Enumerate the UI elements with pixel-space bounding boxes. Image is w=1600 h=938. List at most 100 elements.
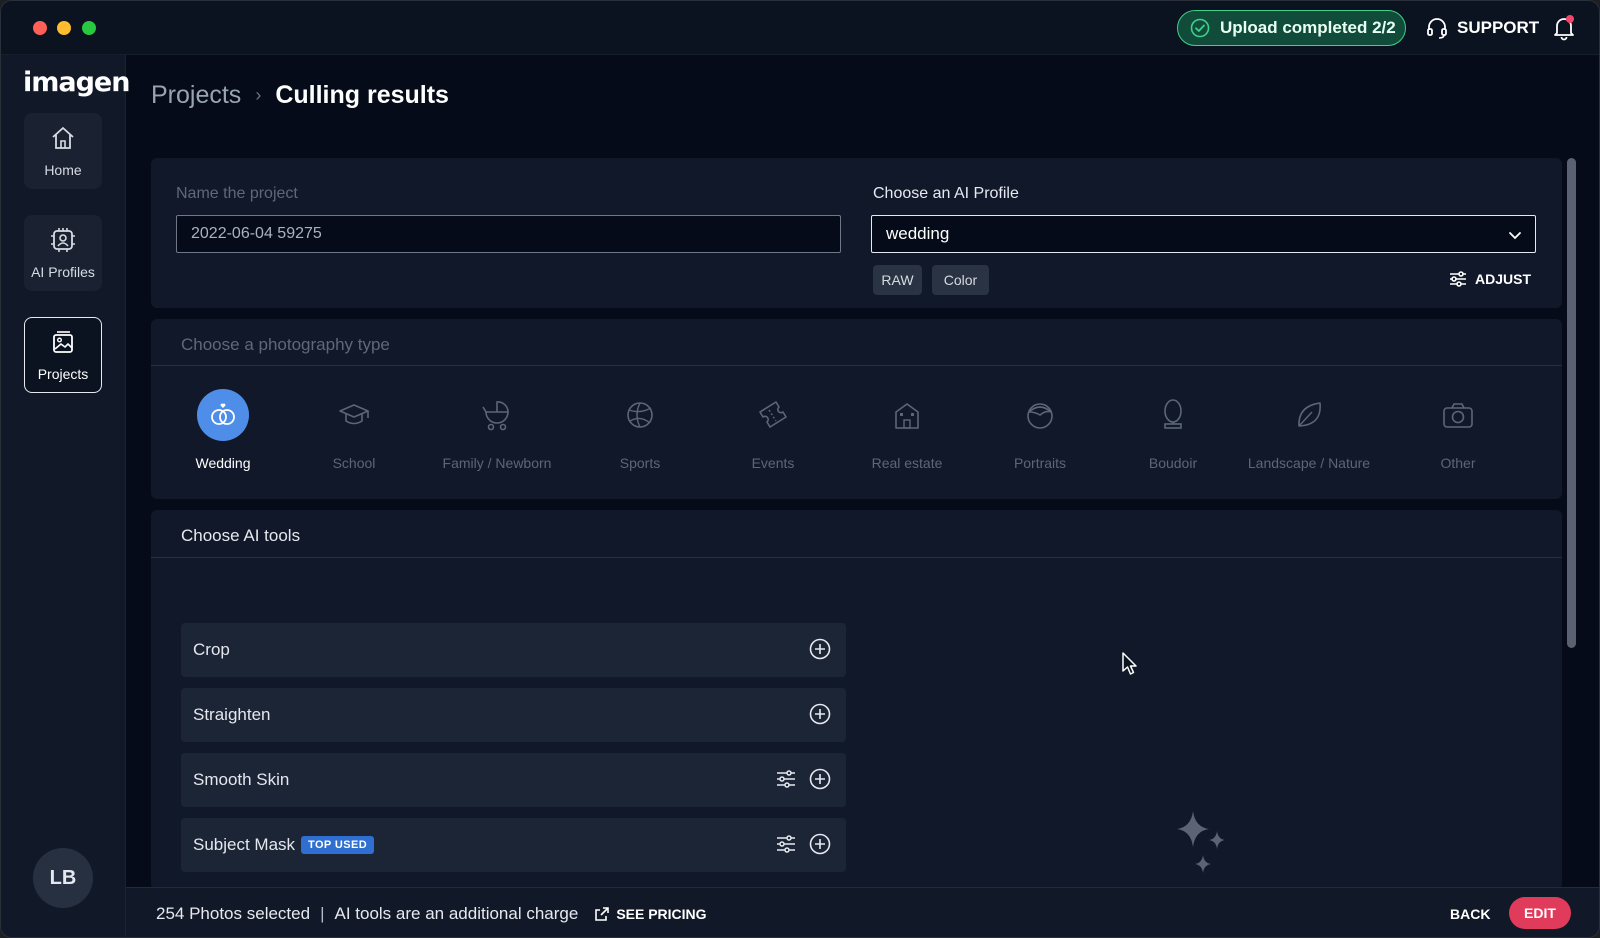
- photo-type-label: Landscape / Nature: [1247, 455, 1371, 471]
- project-name-label: Name the project: [176, 185, 298, 202]
- title-bar: Upload completed 2/2 SUPPORT: [1, 1, 1599, 55]
- headset-icon: [1427, 18, 1447, 39]
- ai-profile-value: wedding: [886, 224, 950, 243]
- add-circle-icon[interactable]: [808, 637, 832, 661]
- photography-type-title: Choose a photography type: [181, 335, 390, 354]
- divider: [151, 365, 1562, 366]
- breadcrumb-separator: ›: [255, 85, 262, 105]
- support-button[interactable]: SUPPORT: [1425, 15, 1539, 41]
- ai-profiles-icon: [51, 228, 75, 252]
- photo-type-label: School: [332, 455, 376, 471]
- wedding-rings-icon: [211, 403, 235, 425]
- photo-type-label: Boudoir: [1148, 455, 1198, 471]
- photo-type-landscape-nature[interactable]: Landscape / Nature: [1234, 389, 1384, 471]
- home-icon: [52, 127, 74, 149]
- see-pricing-label: SEE PRICING: [616, 906, 707, 922]
- breadcrumb-projects-link[interactable]: Projects: [151, 81, 241, 110]
- photography-type-card: Choose a photography type Wedding School…: [151, 319, 1562, 499]
- tool-label: Smooth Skin: [193, 770, 290, 789]
- graduation-cap-icon: [339, 404, 369, 425]
- projects-icon: [53, 331, 73, 353]
- support-label: SUPPORT: [1457, 18, 1540, 37]
- sidebar-item-ai-profiles[interactable]: AI Profiles: [24, 215, 102, 291]
- footer-bar: 254 Photos selected | AI tools are an ad…: [126, 887, 1599, 937]
- minimize-window-button[interactable]: [57, 21, 71, 35]
- mirror-icon: [1164, 399, 1182, 429]
- photo-type-label: Wedding: [195, 455, 251, 471]
- top-used-badge: TOP USED: [301, 836, 375, 854]
- notification-dot: [1566, 15, 1574, 23]
- photo-type-label: Events: [751, 455, 795, 471]
- ai-tools-card: Choose AI tools Crop Straighten Smooth S…: [151, 510, 1562, 890]
- sidebar-item-label: Projects: [37, 366, 89, 382]
- breadcrumb: Projects › Culling results: [151, 81, 449, 110]
- tag-raw: RAW: [873, 265, 922, 295]
- sliders-icon[interactable]: [774, 832, 798, 856]
- app-logo: imagen: [23, 67, 130, 98]
- divider: [151, 557, 1562, 558]
- photo-type-events[interactable]: Events: [698, 389, 848, 471]
- sliders-icon[interactable]: [774, 767, 798, 791]
- upload-status-pill[interactable]: Upload completed 2/2: [1177, 10, 1406, 46]
- sidebar: imagen Home AI Profiles Projects LB: [1, 55, 130, 937]
- adjust-label: ADJUST: [1475, 271, 1532, 287]
- camera-icon: [1443, 403, 1473, 428]
- page-title: Culling results: [275, 81, 449, 109]
- add-circle-icon[interactable]: [808, 702, 832, 726]
- add-circle-icon[interactable]: [808, 767, 832, 791]
- upload-status-text: Upload completed 2/2: [1220, 18, 1396, 37]
- photo-type-label: Family / Newborn: [442, 455, 552, 471]
- tag-color: Color: [932, 265, 989, 295]
- ai-profile-select[interactable]: wedding: [871, 215, 1536, 253]
- sidebar-item-label: Home: [44, 162, 82, 178]
- user-avatar[interactable]: LB: [33, 848, 93, 908]
- mouse-cursor-icon: [1122, 652, 1137, 675]
- sliders-icon: [1450, 271, 1466, 287]
- charge-note: AI tools are an additional charge: [334, 904, 579, 923]
- photo-type-wedding[interactable]: Wedding: [148, 389, 298, 471]
- footer-separator: |: [320, 904, 325, 923]
- photo-type-boudoir[interactable]: Boudoir: [1098, 389, 1248, 471]
- edit-button[interactable]: EDIT: [1509, 897, 1571, 929]
- check-circle-icon: [1190, 18, 1210, 38]
- photos-selected-count: 254 Photos selected: [156, 904, 311, 923]
- tool-label: Straighten: [193, 705, 271, 724]
- tool-label: Crop: [193, 640, 230, 659]
- photo-type-label: Other: [1440, 455, 1476, 471]
- ticket-icon: [759, 401, 787, 428]
- stroller-icon: [482, 401, 509, 431]
- ball-icon: [627, 402, 653, 428]
- add-circle-icon[interactable]: [808, 832, 832, 856]
- sidebar-item-projects[interactable]: Projects: [24, 317, 102, 393]
- tool-row-subject-mask[interactable]: Subject Mask TOP USED: [181, 818, 846, 872]
- sidebar-item-home[interactable]: Home: [24, 113, 102, 189]
- tool-row-smooth-skin[interactable]: Smooth Skin: [181, 753, 846, 807]
- see-pricing-link[interactable]: SEE PRICING: [594, 906, 707, 922]
- photo-type-school[interactable]: School: [279, 389, 429, 471]
- project-settings-card: Name the project 2022-06-04 59275 Choose…: [151, 158, 1562, 308]
- adjust-button[interactable]: ADJUST: [1449, 264, 1531, 294]
- photo-type-portraits[interactable]: Portraits: [965, 389, 1115, 471]
- leaf-icon: [1298, 402, 1321, 427]
- ai-profile-label: Choose an AI Profile: [873, 185, 1019, 202]
- sparkles-icon: [1177, 811, 1225, 873]
- external-link-icon: [595, 907, 610, 921]
- close-window-button[interactable]: [33, 21, 47, 35]
- tool-row-crop[interactable]: Crop: [181, 623, 846, 677]
- tool-row-straighten[interactable]: Straighten: [181, 688, 846, 742]
- photo-type-family-newborn[interactable]: Family / Newborn: [422, 389, 572, 471]
- photo-type-label: Real estate: [871, 455, 943, 471]
- sidebar-item-label: AI Profiles: [31, 264, 95, 280]
- project-name-input[interactable]: 2022-06-04 59275: [176, 215, 841, 253]
- face-icon: [1027, 403, 1053, 429]
- photo-type-label: Portraits: [1013, 455, 1067, 471]
- photo-type-other[interactable]: Other: [1383, 389, 1533, 471]
- photo-type-sports[interactable]: Sports: [565, 389, 715, 471]
- photo-type-real-estate[interactable]: Real estate: [832, 389, 982, 471]
- photo-type-label: Sports: [619, 455, 661, 471]
- maximize-window-button[interactable]: [82, 21, 96, 35]
- scrollbar-thumb[interactable]: [1567, 158, 1576, 648]
- ai-tools-title: Choose AI tools: [181, 526, 301, 545]
- tool-label: Subject Mask: [193, 835, 296, 854]
- back-button[interactable]: BACK: [1450, 899, 1490, 929]
